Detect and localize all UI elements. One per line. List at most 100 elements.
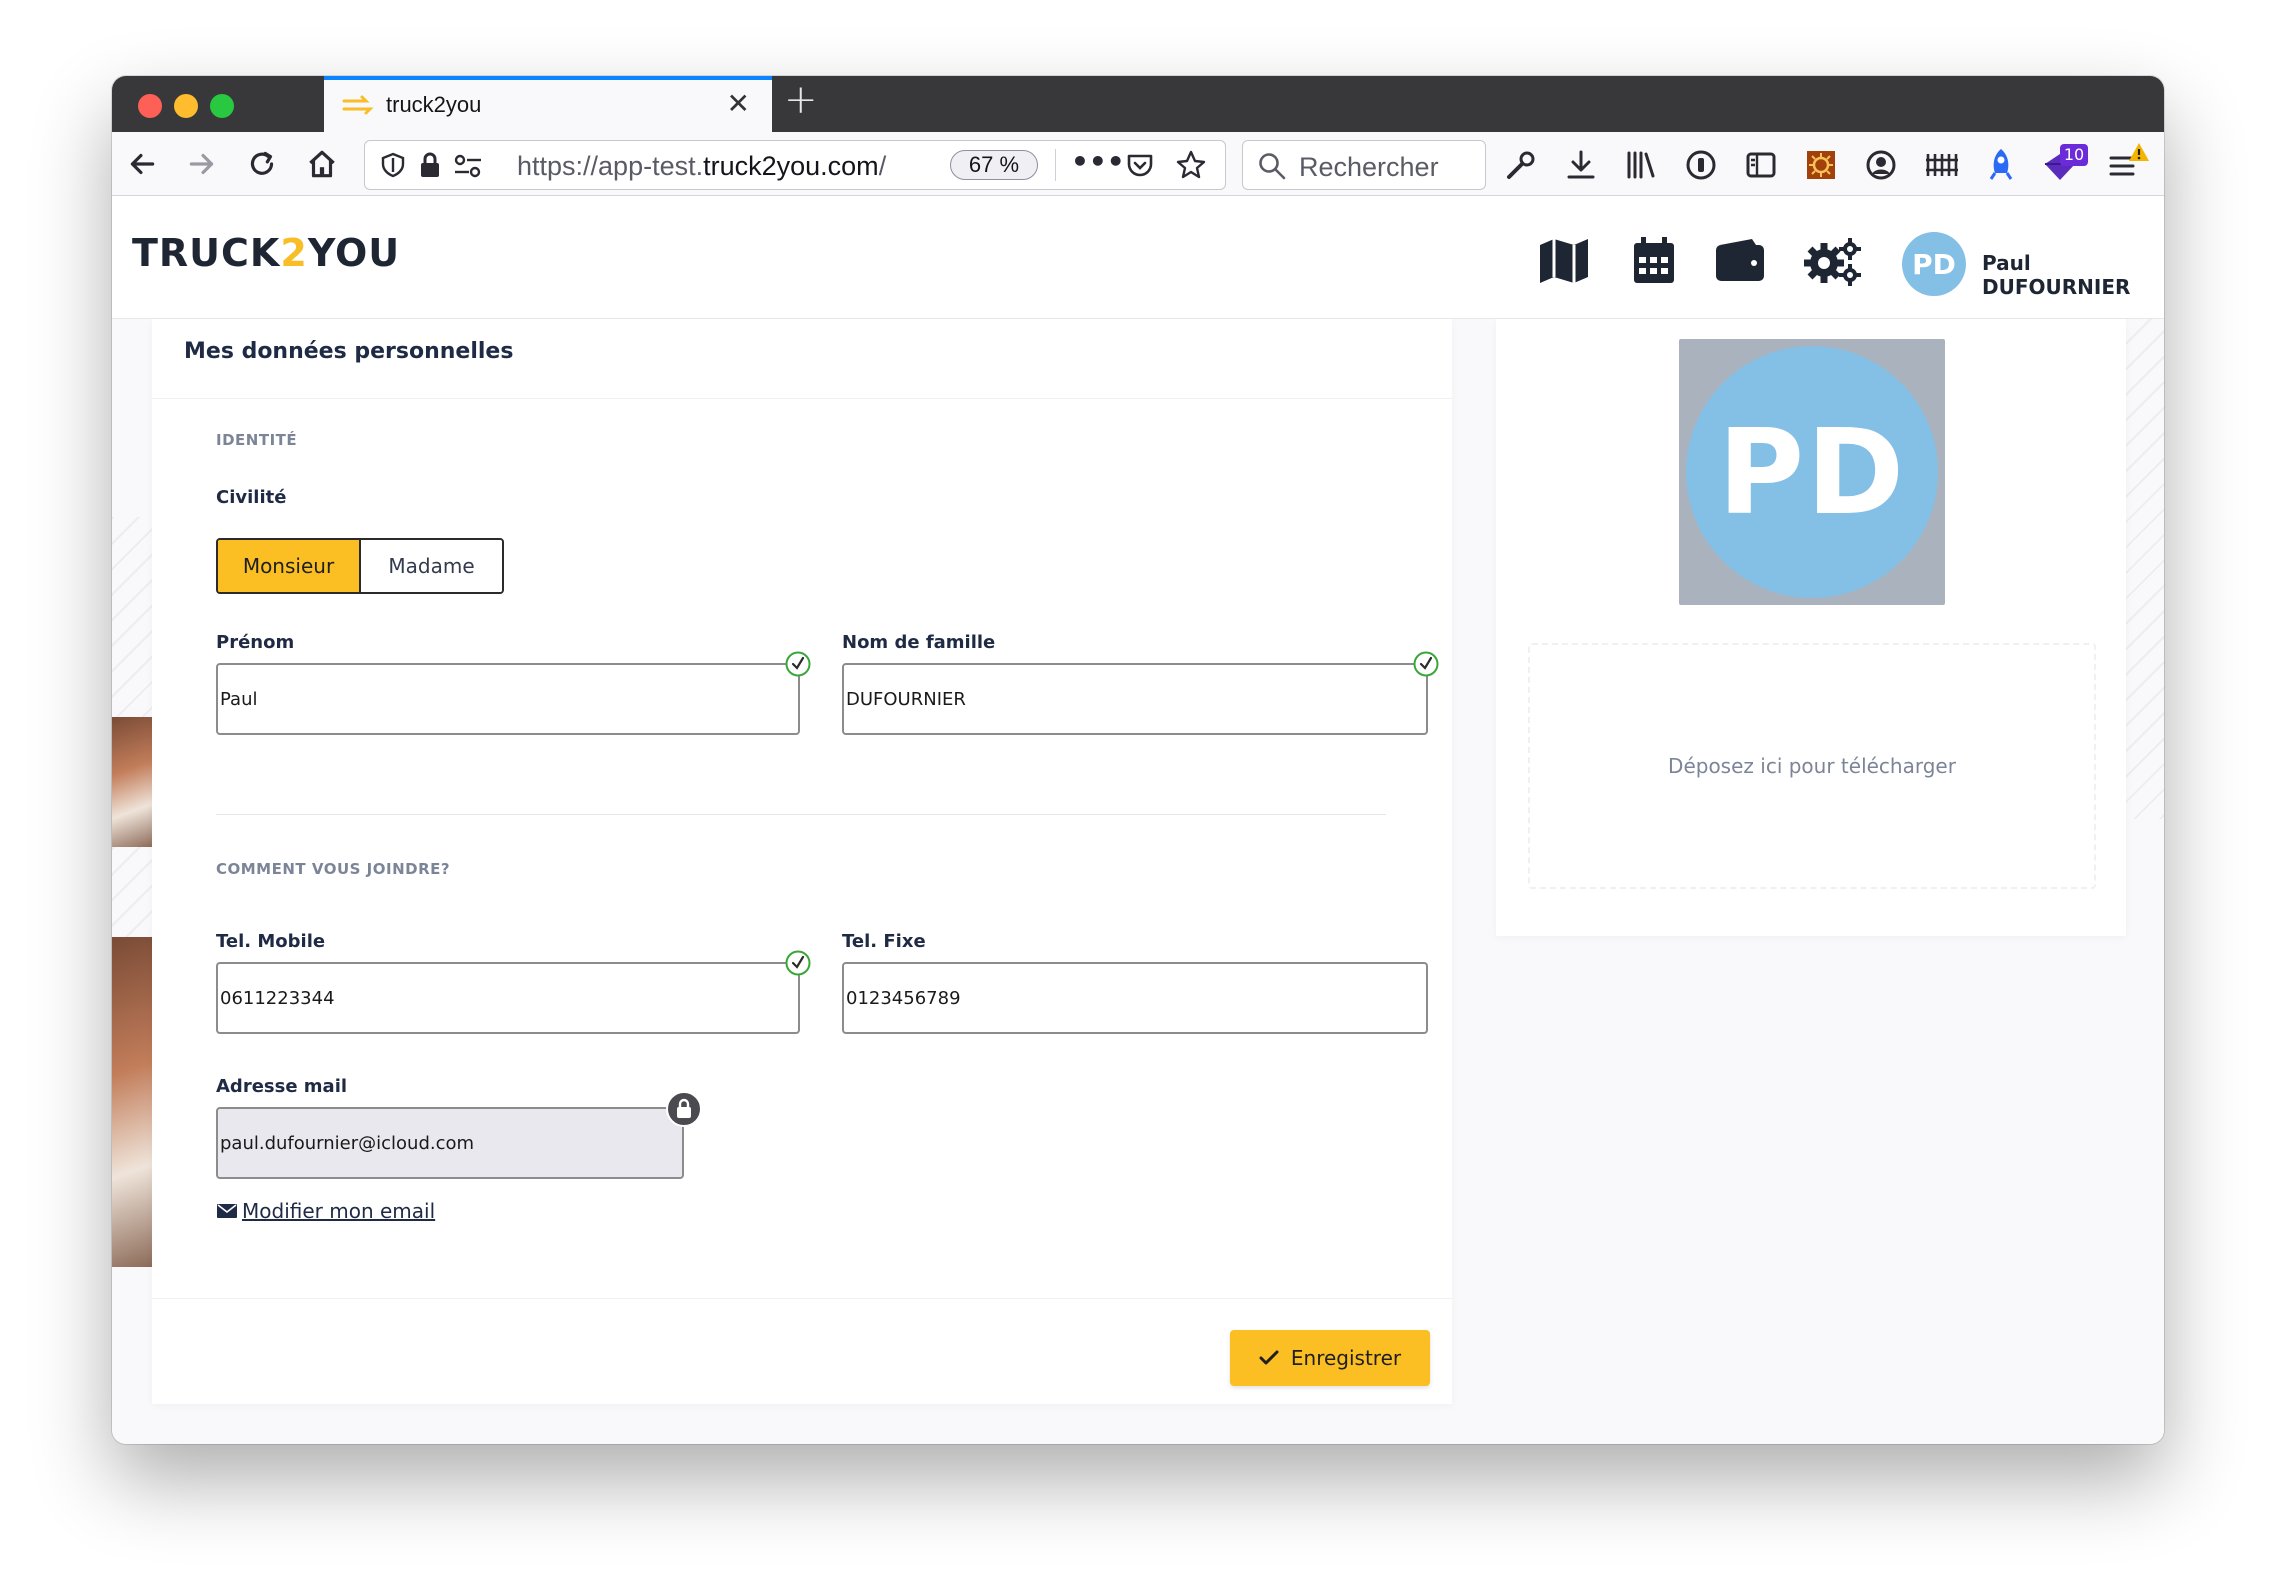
new-tab-icon[interactable]: +: [784, 80, 818, 120]
settings-gears-icon[interactable]: [1802, 235, 1864, 287]
card-title: Mes données personnelles: [184, 339, 514, 364]
landline-phone-field[interactable]: 0123456789: [842, 962, 1428, 1034]
browser-tab[interactable]: truck2you ✕: [324, 76, 772, 132]
grid-extension-icon[interactable]: [1924, 148, 1960, 182]
mobile-label: Tel. Mobile: [216, 931, 326, 952]
landline-label: Tel. Fixe: [842, 931, 926, 952]
bookmark-star-icon[interactable]: [1175, 149, 1207, 181]
mobile-phone-field[interactable]: 0611223344: [216, 962, 800, 1034]
photo-upload-dropzone[interactable]: Déposez ici pour télécharger: [1528, 643, 2096, 889]
navigation-toolbar: https://app-test.truck2you.com/ 67 % •••…: [112, 132, 2164, 196]
logo-part-2: 2: [280, 231, 308, 275]
user-name[interactable]: Paul DUFOURNIER: [1982, 251, 2164, 299]
change-email-link[interactable]: Modifier mon email: [216, 1199, 435, 1223]
tab-bar: truck2you ✕ +: [112, 76, 2164, 132]
page-actions-icon[interactable]: •••: [1071, 145, 1125, 178]
wallet-icon[interactable]: [1712, 235, 1768, 287]
valid-check-icon: [785, 950, 811, 976]
logo-part-truck: TRUCK: [132, 231, 281, 275]
save-label: Enregistrer: [1290, 1346, 1402, 1370]
reload-button[interactable]: [242, 144, 282, 184]
reader-view-icon[interactable]: [1744, 148, 1778, 182]
padlock-icon: [677, 1098, 691, 1118]
app-menu-button[interactable]: [2108, 143, 2149, 184]
personal-data-card: Mes données personnelles IDENTITÉ Civili…: [152, 319, 1452, 1404]
envelope-icon: [217, 1204, 237, 1218]
password-manager-icon[interactable]: [1684, 148, 1718, 182]
url-prefix: https://app-test.: [517, 151, 704, 181]
zoom-window-button[interactable]: [210, 94, 234, 118]
card-title-divider: [152, 398, 1452, 399]
decorative-photo-left-bottom: [112, 937, 154, 1267]
email-field: paul.dufournier@icloud.com: [216, 1107, 684, 1179]
lock-icon[interactable]: [417, 151, 443, 179]
checkmark-icon: [1259, 1350, 1279, 1365]
search-placeholder: Rechercher: [1299, 152, 1439, 182]
close-window-button[interactable]: [138, 94, 162, 118]
search-box[interactable]: Rechercher: [1242, 140, 1486, 190]
rocket-extension-icon[interactable]: [1984, 146, 2018, 182]
user-avatar[interactable]: PD: [1902, 232, 1966, 296]
profile-photo-initials: PD: [1686, 346, 1938, 598]
zoom-level-button[interactable]: 67 %: [950, 150, 1038, 180]
forward-arrow-icon: [189, 153, 214, 175]
library-icon[interactable]: [1624, 148, 1658, 182]
reload-icon: [250, 151, 274, 175]
valid-check-icon: [785, 651, 811, 677]
dropzone-text: Déposez ici pour télécharger: [1668, 754, 1956, 778]
decorative-stripes-right: [2124, 319, 2164, 819]
logo-part-you: YOU: [307, 231, 401, 275]
civility-option-madame[interactable]: Madame: [361, 540, 502, 592]
map-icon[interactable]: [1536, 235, 1592, 287]
identity-section-label: IDENTITÉ: [216, 431, 298, 449]
save-button[interactable]: Enregistrer: [1230, 1330, 1430, 1386]
last-name-label: Nom de famille: [842, 632, 996, 653]
minimize-window-button[interactable]: [174, 94, 198, 118]
civility-option-monsieur[interactable]: Monsieur: [218, 540, 361, 592]
back-button[interactable]: [122, 144, 162, 184]
account-icon[interactable]: [1864, 148, 1898, 182]
truck2you-favicon-icon: [342, 95, 374, 115]
first-name-field[interactable]: Paul: [216, 663, 800, 735]
url-bar[interactable]: https://app-test.truck2you.com/ 67 % •••: [364, 140, 1226, 190]
warning-icon: [2129, 143, 2149, 161]
close-tab-icon[interactable]: ✕: [727, 90, 750, 118]
tab-title: truck2you: [386, 92, 482, 117]
home-icon: [309, 150, 335, 178]
wrench-icon[interactable]: [1504, 148, 1538, 182]
first-name-label: Prénom: [216, 632, 295, 653]
valid-check-icon: [1413, 651, 1439, 677]
tracking-shield-icon[interactable]: [379, 151, 407, 179]
back-arrow-icon: [130, 153, 155, 175]
notification-count-badge: 10: [2060, 144, 2088, 166]
profile-photo-card: PD Déposez ici pour télécharger: [1496, 319, 2126, 936]
urlbar-divider: [1055, 149, 1056, 181]
footer-divider: [152, 1298, 1452, 1299]
home-button[interactable]: [302, 144, 342, 184]
url-suffix: /: [878, 151, 887, 181]
app-page: TRUCK2YOU PD Paul DUFOURNIER Mes données…: [112, 197, 2164, 1444]
download-icon[interactable]: [1564, 148, 1598, 182]
permissions-icon[interactable]: [453, 153, 483, 179]
civility-label: Civilité: [216, 487, 287, 508]
truck2you-logo[interactable]: TRUCK2YOU: [132, 231, 400, 275]
section-divider: [216, 814, 1386, 815]
extension-notification-button[interactable]: 10: [2042, 144, 2088, 184]
app-header: TRUCK2YOU PD Paul DUFOURNIER: [112, 197, 2164, 319]
last-name-field[interactable]: DUFOURNIER: [842, 663, 1428, 735]
locked-field-icon: [666, 1091, 702, 1127]
url-domain: truck2you.com: [703, 151, 879, 181]
calendar-icon[interactable]: [1626, 235, 1682, 287]
search-icon: [1259, 153, 1286, 180]
change-email-label: Modifier mon email: [242, 1199, 436, 1223]
url-text[interactable]: https://app-test.truck2you.com/: [517, 151, 886, 182]
profile-photo[interactable]: PD: [1679, 339, 1945, 605]
contact-section-label: COMMENT VOUS JOINDRE?: [216, 860, 451, 878]
browser-window: truck2you ✕ + https://app-test.truck2you…: [112, 76, 2164, 1444]
forward-button[interactable]: [182, 144, 222, 184]
pocket-icon[interactable]: [1125, 151, 1155, 181]
extension-sun-icon[interactable]: [1804, 148, 1838, 182]
email-label: Adresse mail: [216, 1076, 348, 1097]
decorative-photo-left-top: [112, 717, 154, 847]
civility-selector: Monsieur Madame: [216, 538, 504, 594]
